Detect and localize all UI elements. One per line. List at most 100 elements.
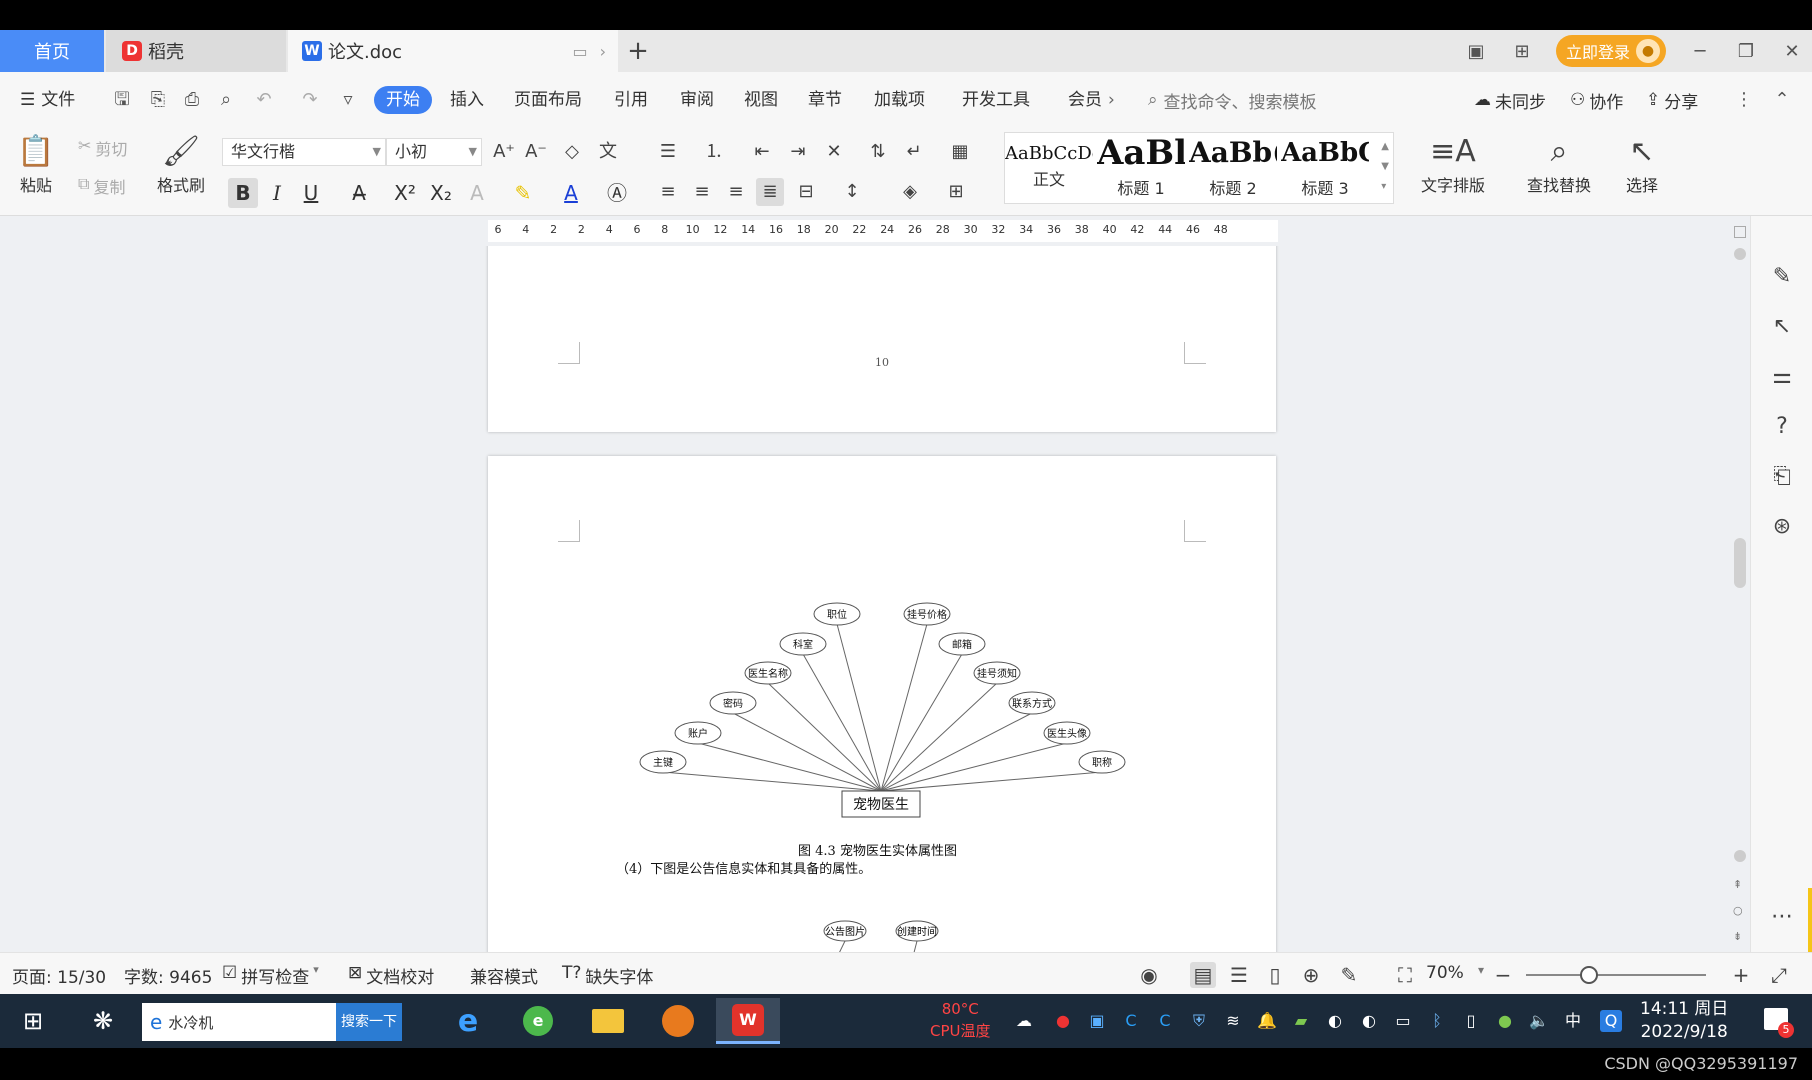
shading-icon[interactable]: ◈ [896,178,924,206]
highlight-icon[interactable]: ✎ [508,178,538,208]
text-effect-icon[interactable]: A [462,178,492,208]
distribute-icon[interactable]: ⊟ [792,178,820,206]
select-button[interactable]: ↖ 选择 [1614,132,1670,196]
show-marks-icon[interactable]: ↵ [900,138,928,166]
more-icon[interactable]: ⋯ [1767,902,1797,932]
more-options-icon[interactable]: ⋮ [1732,88,1756,112]
borders-icon[interactable]: ⊞ [942,178,970,206]
scroll-up-icon[interactable] [1734,248,1746,260]
tray-app-icon[interactable]: ▣ [1086,1010,1108,1032]
copy-button[interactable]: ⧉ 复制 [78,174,125,198]
menu-tab-review[interactable]: 审阅 [680,86,714,114]
style-scroll-icon[interactable]: ▲ ▼ ▾ [1381,137,1389,197]
vertical-scrollbar[interactable]: ⇞ ○ ⇟ [1730,216,1750,952]
shield-icon[interactable]: ⛨ [1188,1010,1210,1032]
style-heading-3[interactable]: AaBbC 标题 3 [1281,133,1369,205]
backup-icon[interactable]: ⎗ [1767,462,1797,492]
pointer-icon[interactable]: ↖ [1767,312,1797,342]
menu-tab-start[interactable]: 开始 [374,86,432,114]
help-icon[interactable]: ? [1767,412,1797,442]
login-button[interactable]: 立即登录 ● [1555,35,1666,67]
strikethrough-icon[interactable]: A̶ [344,178,374,208]
italic-button[interactable]: I [262,178,292,208]
menu-tab-layout[interactable]: 页面布局 [514,86,582,114]
antivirus-icon[interactable]: ● [1052,1010,1074,1032]
grow-font-icon[interactable]: A⁺ [490,138,518,166]
paste-button[interactable]: 📋 粘贴 [14,132,58,196]
close-icon[interactable]: ✕ [1780,39,1804,63]
minimize-icon[interactable]: ─ [1688,39,1712,63]
sync-button[interactable]: ☁ 未同步 [1474,86,1546,114]
scroll-down-icon[interactable] [1734,850,1746,862]
bold-button[interactable]: B [228,178,258,208]
volume-icon[interactable]: 🔈 [1528,1010,1550,1032]
restore-icon[interactable]: ❐ [1734,39,1758,63]
line-spacing-icon[interactable]: ↕ [838,178,866,206]
style-normal[interactable]: AaBbCcDd 正文 [1005,133,1093,205]
bell-icon[interactable]: 🔔 [1256,1010,1278,1032]
word-count[interactable]: 字数: 9465 [124,963,212,988]
redo-icon[interactable]: ↷ [298,88,322,112]
menu-more-icon[interactable]: › [1108,86,1115,114]
shrink-font-icon[interactable]: A⁻ [522,138,550,166]
undo-icon[interactable]: ↶ [252,88,276,112]
cut-button[interactable]: ✂ 剪切 [78,136,127,160]
menu-tab-chapter[interactable]: 章节 [808,86,842,114]
menu-tab-developer[interactable]: 开发工具 [962,86,1030,114]
zoom-dropdown-icon[interactable]: ▾ [1478,963,1484,977]
decrease-indent-icon[interactable]: ⇤ [748,138,776,166]
increase-indent-icon[interactable]: ⇥ [784,138,812,166]
usb-icon[interactable]: ▯ [1460,1010,1482,1032]
qq-icon[interactable]: ◐ [1324,1010,1346,1032]
document-area[interactable]: 10 主键 账户 密码 医生名称 科室 职位 挂号价格 邮箱 挂号须知 联系方式 医生头像 职称 宠物… [0,246,1730,952]
ime-indicator[interactable]: 中 [1562,1010,1584,1032]
explorer-app[interactable] [576,998,640,1044]
find-replace-button[interactable]: ⌕ 查找替换 [1518,132,1600,196]
format-painter-button[interactable]: 🖌 格式刷 [152,132,210,196]
pin-icon[interactable]: ▭ [572,42,587,61]
align-right-icon[interactable]: ≡ [722,178,750,206]
collapse-ribbon-icon[interactable]: ⌃ [1770,88,1794,112]
horizontal-ruler[interactable]: 6 4 2 2 4 6 8 10 12 14 16 18 20 22 24 26 28 30 32 34 36 38 40 4… [488,220,1278,242]
cortana-icon[interactable]: ❋ [86,1004,120,1038]
scroll-thumb[interactable] [1734,538,1746,588]
qq2-icon[interactable]: ◐ [1358,1010,1380,1032]
zoom-slider-thumb[interactable] [1580,966,1598,984]
outline-view-icon[interactable]: ☰ [1226,962,1252,988]
eye-protection-icon[interactable]: ◉ [1136,962,1162,988]
spell-check-button[interactable]: ☑ 拼写检查 ▾ [222,963,319,988]
collab-button[interactable]: ⚇ 协作 [1570,86,1623,114]
pen-icon[interactable]: ✎ [1767,262,1797,292]
underline-button[interactable]: U [296,178,326,208]
tray-c2-icon[interactable]: C [1154,1010,1176,1032]
taskbar-search-button[interactable]: 搜索一下 [336,1003,402,1041]
tray-green-icon[interactable]: ● [1494,1010,1516,1032]
style-heading-2[interactable]: AaBb( 标题 2 [1189,133,1277,205]
text-layout-button[interactable]: ≡A 文字排版 [1412,132,1494,196]
menu-tab-insert[interactable]: 插入 [450,86,484,114]
write-view-icon[interactable]: ✎ [1336,962,1362,988]
menu-tab-addins[interactable]: 加载项 [874,86,925,114]
fullscreen-icon[interactable]: ⤢ [1766,962,1792,988]
proofread-button[interactable]: ⊠ 文档校对 [348,963,434,988]
slider-settings-icon[interactable]: ⚌ [1767,362,1797,392]
web-view-icon[interactable]: ⊕ [1298,962,1324,988]
apps-grid-icon[interactable]: ⊞ [1510,39,1534,63]
menu-tab-view[interactable]: 视图 [744,86,778,114]
ie-app[interactable]: e [436,998,500,1044]
compass-icon[interactable]: ⊛ [1767,512,1797,542]
tab-chevron-icon[interactable]: › [600,42,606,61]
table-icon[interactable]: ▦ [946,138,974,166]
read-view-icon[interactable]: ▯ [1262,962,1288,988]
bullet-list-icon[interactable]: ☰ [654,138,682,166]
zoom-out-icon[interactable]: − [1490,962,1516,988]
share-button[interactable]: ⇪ 分享 [1646,86,1698,114]
tab-daoke[interactable]: D 稻壳 [106,30,286,72]
taskbar-search-input[interactable]: e 水冷机 [142,1003,336,1041]
export-pdf-icon[interactable]: ⎘ [146,88,170,112]
font-size-select[interactable]: 小初 ▼ [386,138,482,166]
weather-icon[interactable]: ☁ [1006,1010,1042,1032]
tab-home[interactable]: 首页 [0,30,104,72]
media-app[interactable] [646,998,710,1044]
numbered-list-icon[interactable]: ⒈ [700,138,728,166]
